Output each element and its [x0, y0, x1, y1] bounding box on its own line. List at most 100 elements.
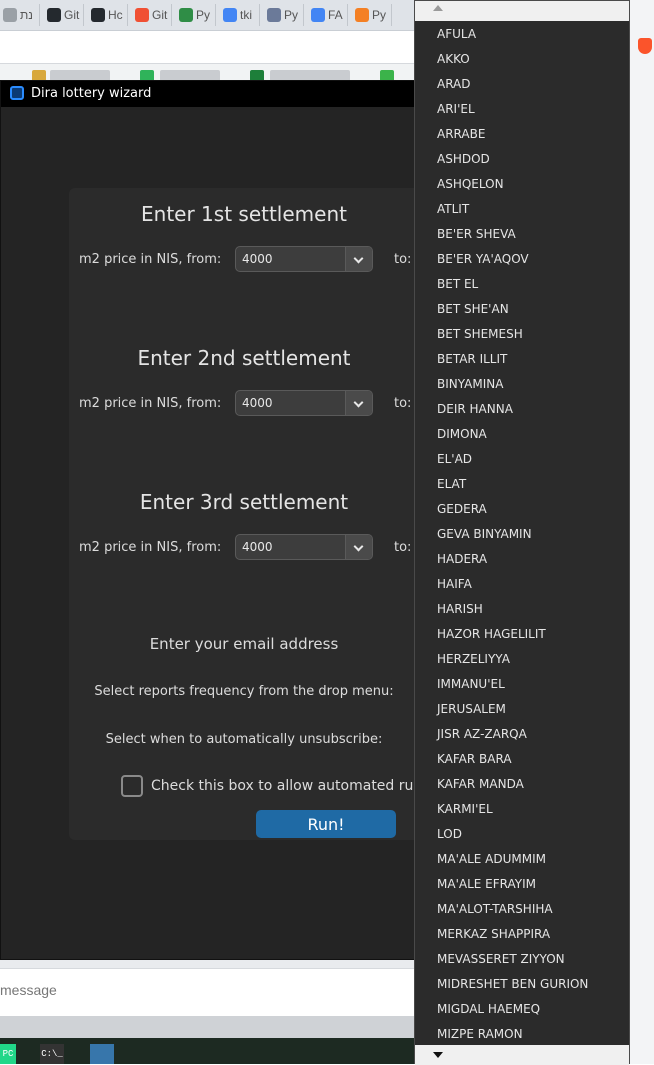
github-icon	[47, 8, 61, 22]
tab-label: Git	[64, 8, 80, 22]
browser-side-strip	[630, 0, 654, 1064]
price-from-label: m2 price in NIS, from:	[79, 396, 222, 411]
dropdown-item[interactable]: BET SHEMESH	[437, 327, 523, 341]
chevron-down-icon[interactable]	[345, 391, 372, 415]
dropdown-item[interactable]: BET SHE'AN	[437, 302, 509, 316]
dropdown-item[interactable]: ASHQELON	[437, 177, 504, 191]
stackoverflow-icon	[355, 8, 369, 22]
code-icon	[267, 8, 281, 22]
dropdown-item[interactable]: AKKO	[437, 52, 470, 66]
dropdown-item[interactable]: BINYAMINA	[437, 377, 503, 391]
browser-tab[interactable]: tki	[220, 4, 260, 26]
scroll-up-button[interactable]	[415, 1, 629, 21]
dropdown-item[interactable]: KARMI'EL	[437, 802, 493, 816]
dropdown-item[interactable]: MEVASSERET ZIYYON	[437, 952, 565, 966]
geeksforgeeks-icon	[179, 8, 193, 22]
dropdown-item[interactable]: ARRABE	[437, 127, 485, 141]
tab-label: נת	[20, 8, 33, 22]
dropdown-item[interactable]: ATLIT	[437, 202, 469, 216]
tab-icon	[3, 8, 17, 22]
git-icon	[135, 8, 149, 22]
price-from-label: m2 price in NIS, from:	[79, 252, 222, 267]
dropdown-item[interactable]: DEIR HANNA	[437, 402, 513, 416]
combo-value: 4000	[242, 540, 273, 554]
dropdown-item[interactable]: MA'ALE ADUMMIM	[437, 852, 546, 866]
tab-label: Git	[152, 8, 168, 22]
dropdown-item[interactable]: JISR AZ-ZARQA	[437, 727, 527, 741]
dropdown-item[interactable]: ARI'EL	[437, 102, 475, 116]
dropdown-item[interactable]: HADERA	[437, 552, 487, 566]
browser-tab[interactable]: FA	[308, 4, 348, 26]
dropdown-item[interactable]: HAZOR HAGELILIT	[437, 627, 546, 641]
settlement-dropdown-list[interactable]: AFULA AKKO ARAD ARI'EL ARRABE ASHDOD ASHQELON A…	[414, 0, 630, 1065]
chevron-down-icon[interactable]	[345, 247, 372, 271]
google-icon	[311, 8, 325, 22]
settlement-2-heading: Enter 2nd settlement	[137, 346, 351, 370]
tab-label: Py	[372, 8, 387, 22]
dropdown-item[interactable]: BE'ER YA'AQOV	[437, 252, 529, 266]
dropdown-item[interactable]: MIDRESHET BEN GURION	[437, 977, 588, 991]
dropdown-items: AFULA AKKO ARAD ARI'EL ARRABE ASHDOD ASHQELON A…	[415, 21, 629, 1045]
settlement-1-heading: Enter 1st settlement	[141, 202, 347, 226]
browser-tab[interactable]: Git	[132, 4, 172, 26]
dropdown-item[interactable]: EL'AD	[437, 452, 472, 466]
chevron-down-icon[interactable]	[345, 535, 372, 559]
dropdown-item[interactable]: AFULA	[437, 27, 476, 41]
arrow-down-icon	[433, 1052, 443, 1058]
dropdown-item[interactable]: BE'ER SHEVA	[437, 227, 516, 241]
pycharm-icon[interactable]: PC	[0, 1044, 16, 1064]
price-from-combo-1[interactable]: 4000	[235, 246, 373, 272]
dropdown-item[interactable]: DIMONA	[437, 427, 487, 441]
browser-tab[interactable]: Git	[44, 4, 84, 26]
browser-tab[interactable]: Py	[264, 4, 304, 26]
browser-tab[interactable]: Py	[352, 4, 392, 26]
price-from-label: m2 price in NIS, from:	[79, 540, 222, 555]
tab-label: Hc	[108, 8, 123, 22]
run-button[interactable]: Run!	[256, 810, 396, 838]
dropdown-item[interactable]: GEVA BINYAMIN	[437, 527, 532, 541]
dropdown-item[interactable]: MIGDAL HAEMEQ	[437, 1002, 540, 1016]
browser-tab[interactable]: Py	[176, 4, 216, 26]
dropdown-item[interactable]: MA'ALOT-TARSHIHA	[437, 902, 553, 916]
google-icon	[223, 8, 237, 22]
dropdown-item[interactable]: JERUSALEM	[437, 702, 506, 716]
dropdown-item[interactable]: HERZELIYYA	[437, 652, 510, 666]
python-icon[interactable]	[90, 1044, 114, 1064]
dropdown-item[interactable]: GEDERA	[437, 502, 487, 516]
combo-value: 4000	[242, 396, 273, 410]
dropdown-item[interactable]: LOD	[437, 827, 462, 841]
brave-icon[interactable]	[638, 38, 652, 54]
terminal-icon[interactable]: C:\_	[40, 1044, 64, 1064]
email-label: Enter your email address	[149, 635, 339, 653]
tab-label: Py	[196, 8, 211, 22]
dropdown-item[interactable]: MA'ALE EFRAYIM	[437, 877, 536, 891]
frequency-label: Select reports frequency from the drop m…	[94, 684, 394, 699]
dropdown-item[interactable]: HARISH	[437, 602, 483, 616]
dropdown-item[interactable]: HAIFA	[437, 577, 472, 591]
settlement-3-heading: Enter 3rd settlement	[139, 490, 349, 514]
price-from-combo-2[interactable]: 4000	[235, 390, 373, 416]
browser-tab[interactable]: Hc	[88, 4, 128, 26]
dropdown-item[interactable]: MERKAZ SHAPPIRA	[437, 927, 550, 941]
dropdown-item[interactable]: KAFAR BARA	[437, 752, 512, 766]
automated-runs-checkbox[interactable]	[121, 775, 143, 797]
dropdown-item[interactable]: IMMANU'EL	[437, 677, 505, 691]
dropdown-item[interactable]: KAFAR MANDA	[437, 777, 524, 791]
combo-value: 4000	[242, 252, 273, 266]
scroll-down-button[interactable]	[415, 1045, 629, 1065]
price-to-label: to:	[394, 540, 412, 555]
dropdown-item[interactable]: BET EL	[437, 277, 478, 291]
github-icon	[91, 8, 105, 22]
dropdown-item[interactable]: ARAD	[437, 77, 471, 91]
dropdown-item[interactable]: MIZPE RAMON	[437, 1027, 523, 1041]
dropdown-item[interactable]: BETAR ILLIT	[437, 352, 507, 366]
message-placeholder: message	[0, 982, 57, 998]
unsubscribe-label: Select when to automatically unsubscribe…	[105, 732, 383, 747]
price-from-combo-3[interactable]: 4000	[235, 534, 373, 560]
dropdown-item[interactable]: ASHDOD	[437, 152, 490, 166]
tab-label: tki	[240, 8, 252, 22]
dropdown-item[interactable]: ELAT	[437, 477, 466, 491]
app-icon	[10, 86, 24, 100]
browser-tab[interactable]: נת	[0, 4, 40, 26]
price-to-label: to:	[394, 252, 412, 267]
